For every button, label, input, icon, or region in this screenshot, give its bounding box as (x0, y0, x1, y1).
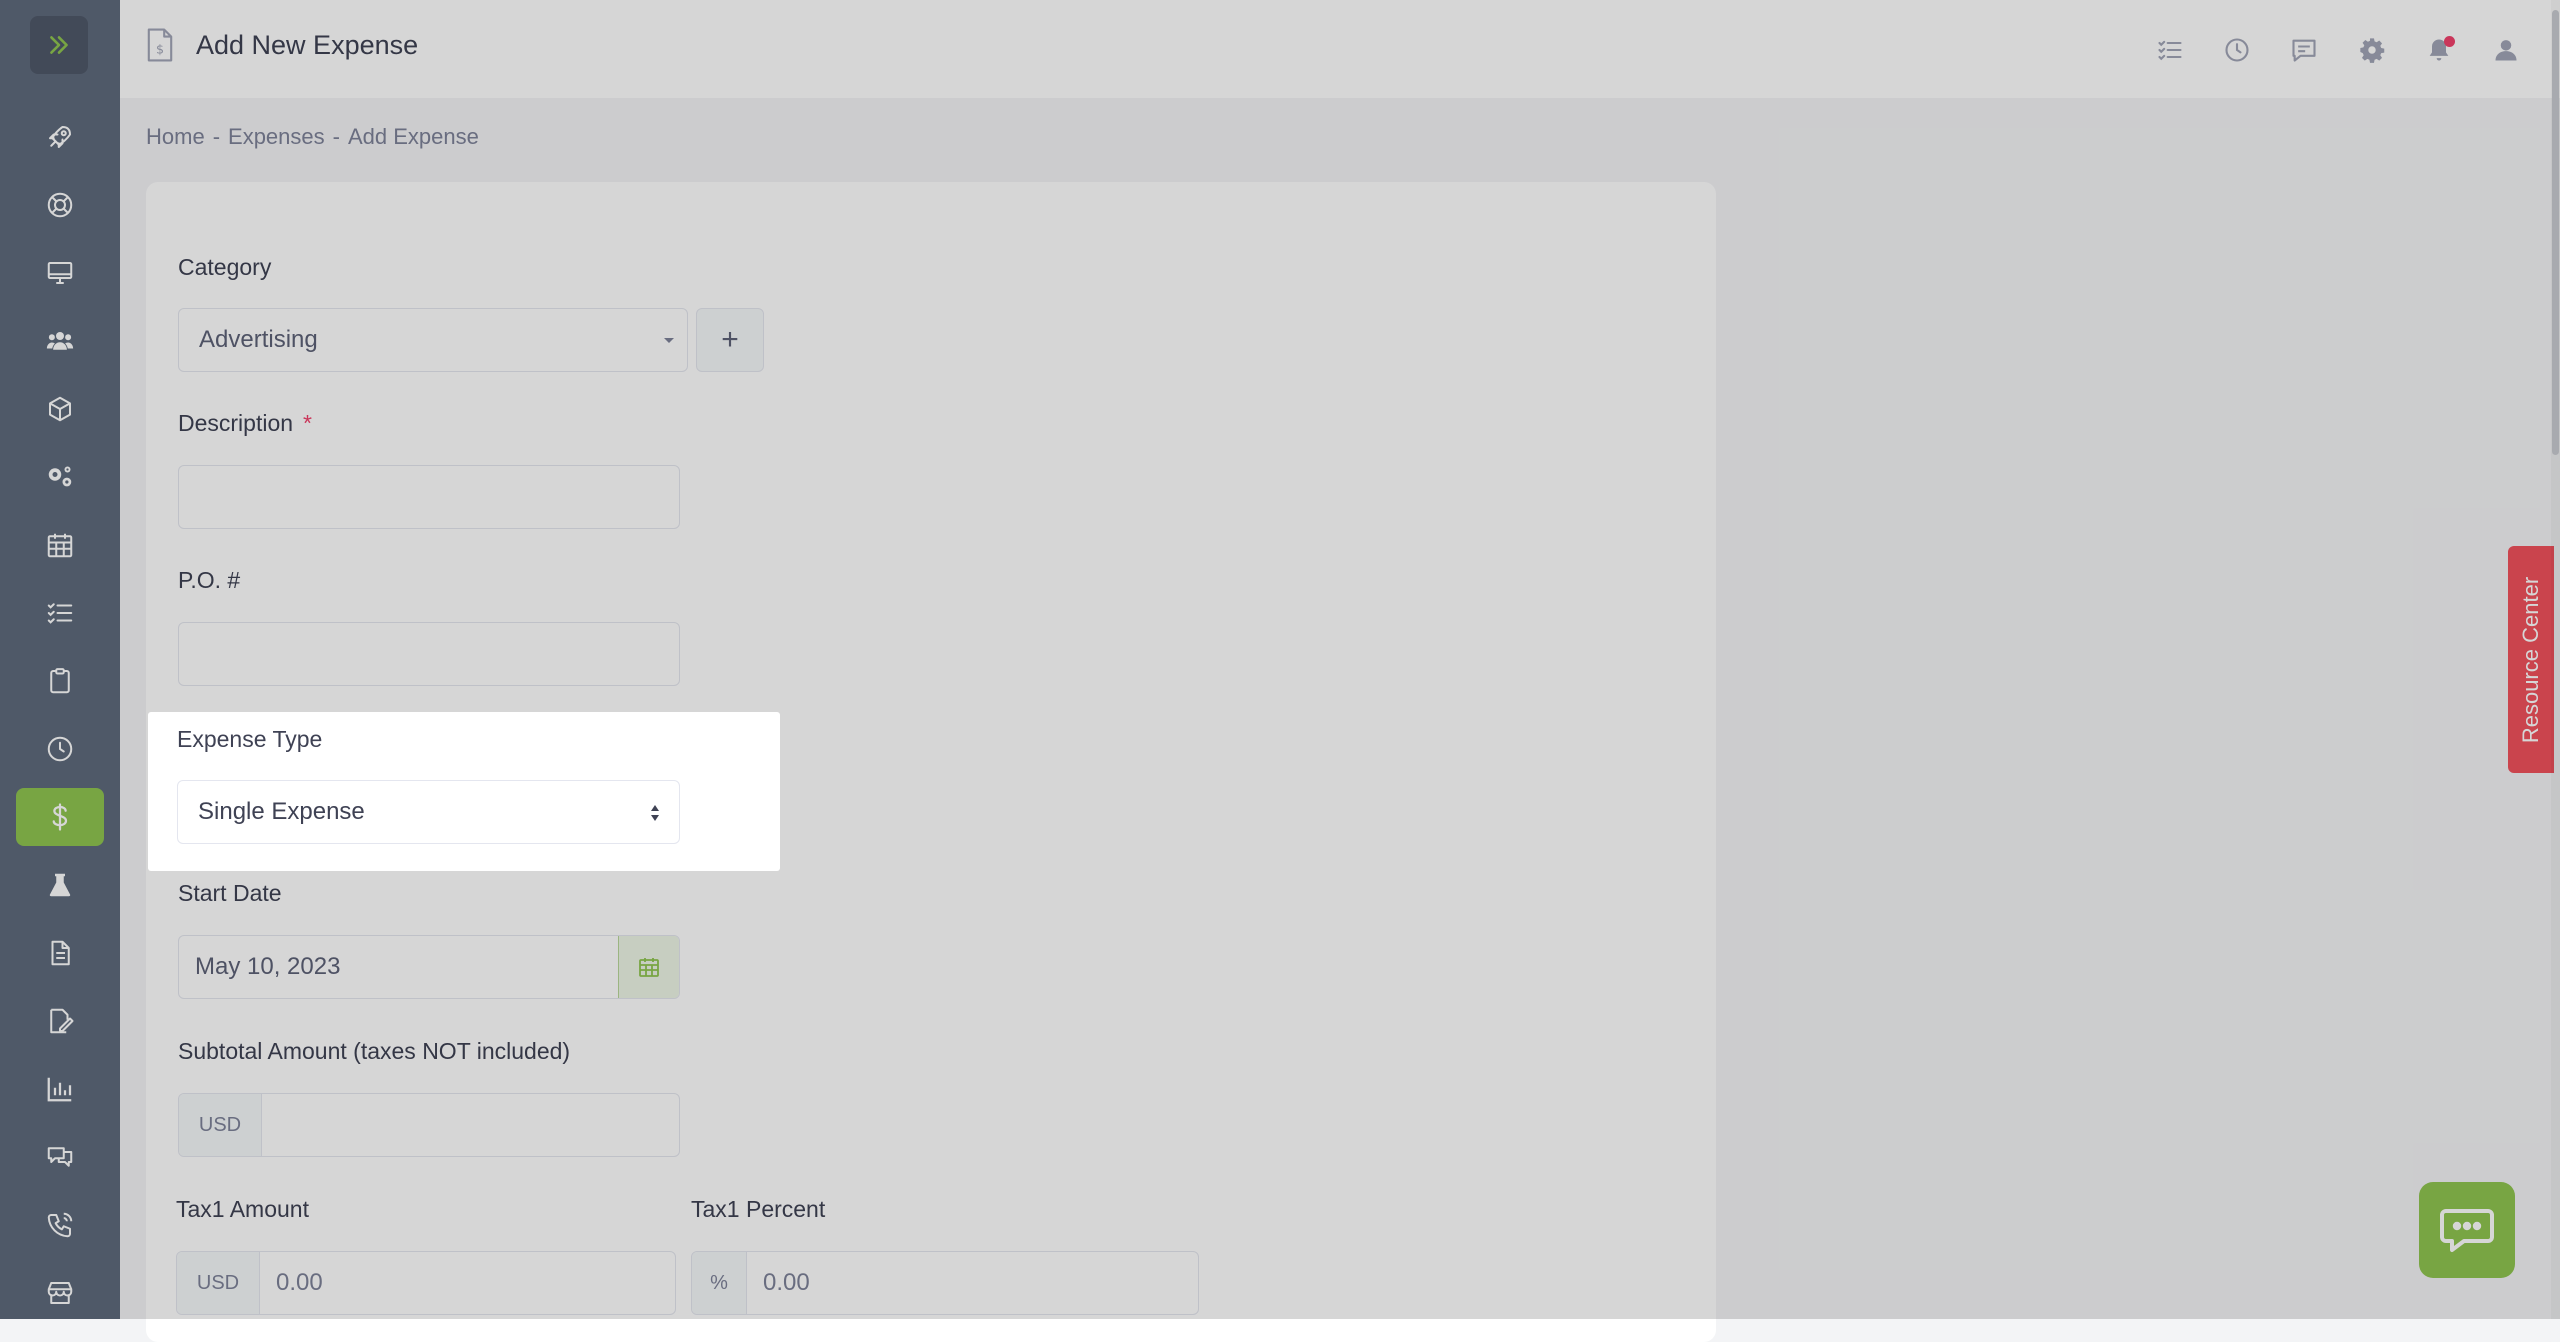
sidebar-item-messages[interactable] (16, 1128, 104, 1186)
notifications-button[interactable] (2423, 34, 2455, 66)
tasks-icon (2158, 40, 2182, 61)
tax1-percent-input[interactable]: 0.00 (747, 1252, 1198, 1314)
tax1-percent-label: Tax1 Percent (691, 1196, 826, 1222)
checklist-icon (47, 603, 73, 624)
sidebar-toggle-button[interactable] (30, 16, 88, 74)
caret-down-icon (664, 338, 674, 343)
clock-icon (2225, 38, 2249, 62)
sidebar-item-expenses[interactable] (16, 788, 104, 846)
po-number-input[interactable] (178, 622, 680, 686)
clipboard-icon (50, 668, 70, 694)
tasks-button[interactable] (2154, 34, 2186, 66)
phone-icon (47, 1212, 73, 1238)
messages-button[interactable] (2288, 34, 2320, 66)
gear-icon (2360, 38, 2385, 63)
category-label: Category (178, 254, 272, 280)
sidebar-item-lab[interactable] (16, 856, 104, 914)
invoice-icon: $ (146, 28, 174, 62)
rocket-icon (49, 126, 71, 148)
subtotal-label: Subtotal Amount (taxes NOT included) (178, 1038, 571, 1064)
calendar-icon (47, 533, 73, 558)
expense-type-label: Expense Type (177, 726, 323, 752)
message-icon (2292, 39, 2316, 62)
breadcrumb-separator: - (212, 124, 221, 149)
chart-icon (47, 1077, 72, 1102)
settings-button[interactable] (2356, 34, 2388, 66)
lifebuoy-icon (47, 192, 73, 218)
resource-center-label: Resource Center (2518, 576, 2543, 743)
user-icon (2495, 40, 2517, 61)
breadcrumb-expenses[interactable]: Expenses (228, 124, 325, 149)
users-icon (46, 332, 74, 350)
expense-type-value: Single Expense (198, 798, 365, 825)
dollar-icon (52, 803, 68, 831)
breadcrumb-separator: - (332, 124, 340, 149)
sort-arrows-icon (651, 805, 659, 821)
box-icon (49, 396, 71, 422)
gears-icon (48, 466, 72, 487)
sidebar-item-monitor[interactable] (16, 244, 104, 302)
flask-icon (49, 873, 71, 897)
sidebar-item-contracts[interactable] (16, 992, 104, 1050)
breadcrumb-home[interactable]: Home (146, 124, 205, 149)
sidebar-item-settings[interactable] (16, 448, 104, 506)
add-category-button[interactable]: + (696, 308, 764, 372)
spotlight-expense-type: Expense Type Single Expense (148, 712, 780, 871)
chat-icon (47, 1147, 73, 1167)
tax1-percent-field: % 0.00 (691, 1251, 1199, 1315)
sidebar-item-clipboard[interactable] (16, 652, 104, 710)
sidebar-item-calendar[interactable] (16, 516, 104, 574)
description-label: Description * (178, 410, 312, 436)
required-marker: * (303, 410, 312, 436)
double-chevron-right-icon (50, 36, 68, 54)
top-bar: $ Add New Expense (120, 0, 2560, 98)
po-number-label: P.O. # (178, 567, 241, 593)
breadcrumb: Home - Expenses - Add Expense (146, 124, 479, 150)
notification-dot (2444, 36, 2455, 47)
tax1-amount-field: USD 0.00 (176, 1251, 676, 1315)
subtotal-input[interactable] (262, 1094, 679, 1156)
calendar-icon (639, 958, 659, 977)
start-date-input[interactable]: May 10, 2023 (179, 936, 618, 998)
sidebar-item-calls[interactable] (16, 1196, 104, 1254)
sidebar (0, 0, 120, 1319)
sidebar-item-reports[interactable] (16, 1060, 104, 1118)
tax1-currency: USD (177, 1252, 260, 1314)
page-scrollbar-thumb[interactable] (2552, 10, 2559, 455)
page-title: Add New Expense (196, 30, 419, 60)
svg-text:$: $ (156, 41, 164, 56)
subtotal-currency: USD (179, 1094, 262, 1156)
sidebar-item-store[interactable] (16, 1264, 104, 1322)
signature-icon (50, 1008, 74, 1034)
category-value: Advertising (199, 326, 318, 353)
document-icon (51, 940, 70, 966)
start-date-label: Start Date (178, 880, 282, 906)
chat-widget-button[interactable] (2419, 1182, 2515, 1278)
subtotal-field: USD (178, 1093, 680, 1157)
category-select[interactable]: Advertising (178, 308, 688, 372)
tax1-amount-label: Tax1 Amount (176, 1196, 309, 1222)
time-tracker-button[interactable] (2221, 34, 2253, 66)
description-input[interactable] (178, 465, 680, 529)
store-icon (47, 1282, 73, 1304)
sidebar-item-time[interactable] (16, 720, 104, 778)
clock-icon (47, 736, 73, 762)
start-date-field: May 10, 2023 (178, 935, 680, 999)
resource-center-tab[interactable]: Resource Center (2508, 546, 2554, 773)
user-menu-button[interactable] (2490, 34, 2522, 66)
sidebar-item-documents[interactable] (16, 924, 104, 982)
sidebar-item-users[interactable] (16, 312, 104, 370)
tax1-amount-input[interactable]: 0.00 (260, 1252, 675, 1314)
monitor-icon (47, 262, 73, 284)
plus-icon: + (721, 323, 739, 356)
sidebar-item-dashboard[interactable] (16, 108, 104, 166)
chat-bubble-icon (2440, 1209, 2494, 1252)
expense-type-select[interactable]: Single Expense (177, 780, 680, 844)
sidebar-item-support[interactable] (16, 176, 104, 234)
date-picker-button[interactable] (618, 936, 679, 998)
sidebar-item-products[interactable] (16, 380, 104, 438)
percent-symbol: % (692, 1252, 747, 1314)
sidebar-item-tasks[interactable] (16, 584, 104, 642)
breadcrumb-current: Add Expense (347, 124, 479, 149)
